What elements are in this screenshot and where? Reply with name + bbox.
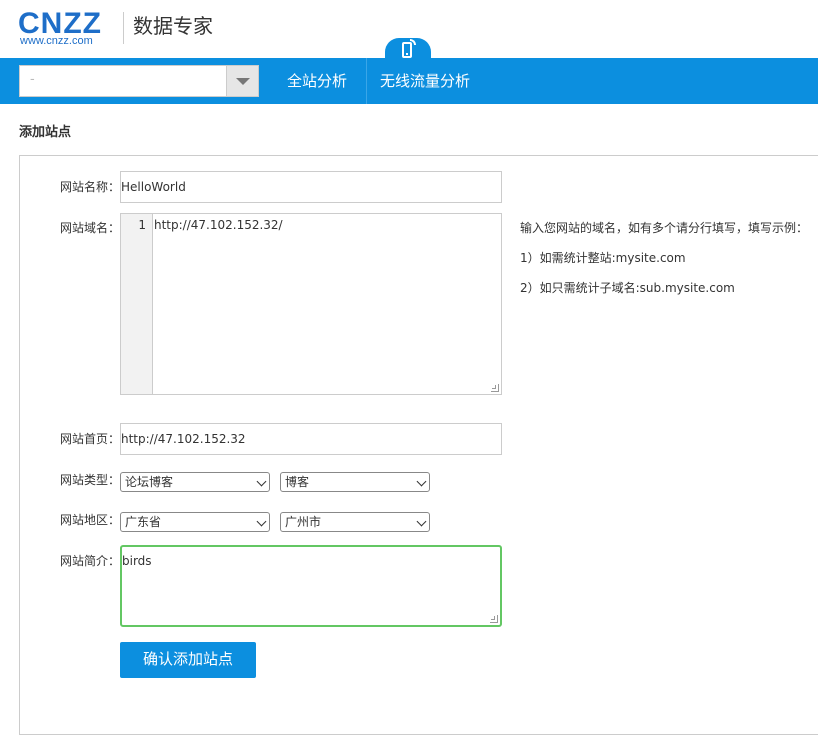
site-intro-label: 网站简介： (60, 554, 121, 568)
chevron-down-icon (416, 516, 427, 527)
chevron-down-icon (256, 516, 267, 527)
domain-hint-intro: 输入您网站的域名，如有多个请分行填写，填写示例： (520, 221, 809, 235)
site-selector-value: - (30, 72, 35, 87)
site-domain-editor[interactable]: 1 http://47.102.152.32/ (120, 213, 502, 395)
site-intro-value: birds (122, 554, 152, 568)
logo-url: www.cnzz.com (20, 35, 93, 47)
site-name-label: 网站名称： (60, 180, 121, 194)
line-number-gutter: 1 (121, 214, 153, 394)
site-type-primary-select[interactable]: 论坛博客 (120, 472, 270, 492)
site-type-secondary-select[interactable]: 博客 (280, 472, 430, 492)
chevron-down-icon (256, 476, 267, 487)
page-title: 添加站点 (19, 125, 72, 140)
resize-handle-icon[interactable] (491, 384, 499, 392)
nav-item-wireless-analysis[interactable]: 无线流量分析 (380, 58, 470, 104)
resize-handle-icon[interactable] (490, 615, 498, 623)
line-number: 1 (138, 218, 146, 232)
site-name-input[interactable]: HelloWorld (120, 171, 502, 203)
logo-divider (123, 12, 124, 44)
site-homepage-value: http://47.102.152.32 (121, 432, 246, 446)
cnzz-logo[interactable]: CNZZ www.cnzz.com (18, 8, 114, 48)
confirm-add-site-button[interactable]: 确认添加站点 (120, 642, 256, 678)
city-value: 广州市 (285, 515, 322, 529)
nav-item-site-analysis[interactable]: 全站分析 (287, 58, 347, 104)
site-name-value: HelloWorld (121, 180, 186, 194)
site-type-secondary-value: 博客 (285, 475, 310, 489)
product-name: 数据专家 (133, 14, 213, 38)
site-intro-textarea[interactable]: birds (120, 545, 502, 627)
chevron-down-icon (416, 476, 427, 487)
site-homepage-label: 网站首页： (60, 432, 121, 446)
site-domain-value: http://47.102.152.32/ (154, 218, 283, 232)
province-select[interactable]: 广东省 (120, 512, 270, 532)
chevron-down-icon[interactable] (226, 66, 258, 96)
city-select[interactable]: 广州市 (280, 512, 430, 532)
site-region-label: 网站地区： (60, 513, 121, 527)
site-type-label: 网站类型： (60, 473, 121, 487)
domain-hint-example-2: 2）如只需统计子域名:sub.mysite.com (520, 281, 735, 295)
main-navbar: - 全站分析 无线流量分析 (0, 58, 818, 104)
province-value: 广东省 (125, 515, 162, 529)
domain-hint-example-1: 1）如需统计整站:mysite.com (520, 251, 686, 265)
nav-divider (366, 58, 367, 104)
site-domain-label: 网站域名： (60, 221, 121, 235)
site-homepage-input[interactable]: http://47.102.152.32 (120, 423, 502, 455)
site-selector[interactable]: - (19, 65, 259, 97)
site-type-primary-value: 论坛博客 (125, 475, 174, 489)
